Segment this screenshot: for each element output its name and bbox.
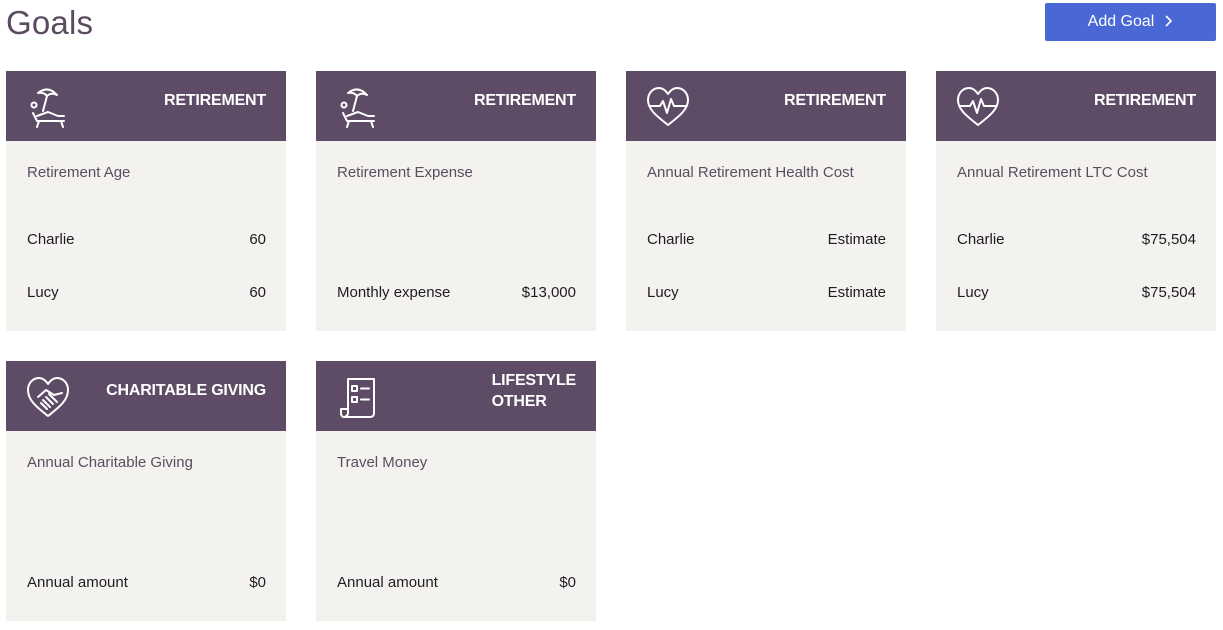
checklist-scroll-icon <box>334 373 382 421</box>
goal-name: Retirement Expense <box>337 164 473 181</box>
row-value: $0 <box>559 574 576 591</box>
card-header: LIFESTYLE OTHER <box>316 361 596 431</box>
goal-row: Charlie $75,504 <box>957 231 1196 248</box>
goal-name: Annual Charitable Giving <box>27 454 193 471</box>
card-category: RETIREMENT <box>1093 92 1196 109</box>
row-value: $0 <box>249 574 266 591</box>
card-category: RETIREMENT <box>783 92 886 109</box>
row-label: Annual amount <box>337 574 438 591</box>
goal-card[interactable]: RETIREMENT Annual Retirement Health Cost… <box>626 71 906 331</box>
row-value: $75,504 <box>1141 231 1196 248</box>
card-category: LIFESTYLE OTHER <box>491 370 577 412</box>
category-line: LIFESTYLE <box>491 372 577 389</box>
goal-name: Annual Retirement Health Cost <box>647 164 854 181</box>
add-goal-button[interactable]: Add Goal <box>1045 3 1216 41</box>
card-category: RETIREMENT <box>163 92 266 109</box>
goal-name: Retirement Age <box>27 164 131 181</box>
goal-row: Charlie 60 <box>27 231 266 248</box>
category-line: OTHER <box>491 393 547 410</box>
heart-pulse-icon <box>644 83 692 131</box>
row-label: Annual amount <box>27 574 128 591</box>
card-header: RETIREMENT <box>936 71 1216 141</box>
card-header: RETIREMENT <box>6 71 286 141</box>
row-value: 60 <box>249 231 266 248</box>
card-header: RETIREMENT <box>626 71 906 141</box>
row-value: Estimate <box>827 284 886 301</box>
goal-card[interactable]: RETIREMENT Retirement Expense Monthly ex… <box>316 71 596 331</box>
row-label: Lucy <box>27 284 59 301</box>
goal-row: Lucy $75,504 <box>957 284 1196 301</box>
beach-chair-umbrella-icon <box>334 83 382 131</box>
card-category: CHARITABLE GIVING <box>106 382 266 399</box>
page-title: Goals <box>6 4 94 41</box>
goal-row: Annual amount $0 <box>337 574 576 591</box>
row-value: $75,504 <box>1141 284 1196 301</box>
beach-chair-umbrella-icon <box>24 83 72 131</box>
row-label: Monthly expense <box>337 284 451 301</box>
heart-pulse-icon <box>954 83 1002 131</box>
row-label: Lucy <box>957 284 989 301</box>
card-header: RETIREMENT <box>316 71 596 141</box>
row-value: $13,000 <box>521 284 576 301</box>
goal-name: Annual Retirement LTC Cost <box>957 164 1148 181</box>
row-value: 60 <box>249 284 266 301</box>
row-label: Lucy <box>647 284 679 301</box>
goal-card[interactable]: LIFESTYLE OTHER Travel Money Annual amou… <box>316 361 596 621</box>
row-label: Charlie <box>957 231 1005 248</box>
row-label: Charlie <box>27 231 75 248</box>
row-label: Charlie <box>647 231 695 248</box>
goal-row: Charlie Estimate <box>647 231 886 248</box>
goal-card[interactable]: CHARITABLE GIVING Annual Charitable Givi… <box>6 361 286 621</box>
card-header: CHARITABLE GIVING <box>6 361 286 431</box>
goal-row: Lucy 60 <box>27 284 266 301</box>
goal-row: Monthly expense $13,000 <box>337 284 576 301</box>
chevron-right-icon <box>1164 14 1173 31</box>
heart-handshake-icon <box>24 373 72 421</box>
goal-card[interactable]: RETIREMENT Retirement Age Charlie 60 Luc… <box>6 71 286 331</box>
goal-card[interactable]: RETIREMENT Annual Retirement LTC Cost Ch… <box>936 71 1216 331</box>
goal-row: Annual amount $0 <box>27 574 266 591</box>
row-value: Estimate <box>827 231 886 248</box>
card-category: RETIREMENT <box>473 92 576 109</box>
goal-name: Travel Money <box>337 454 428 471</box>
add-goal-label: Add Goal <box>1087 13 1155 30</box>
goal-row: Lucy Estimate <box>647 284 886 301</box>
